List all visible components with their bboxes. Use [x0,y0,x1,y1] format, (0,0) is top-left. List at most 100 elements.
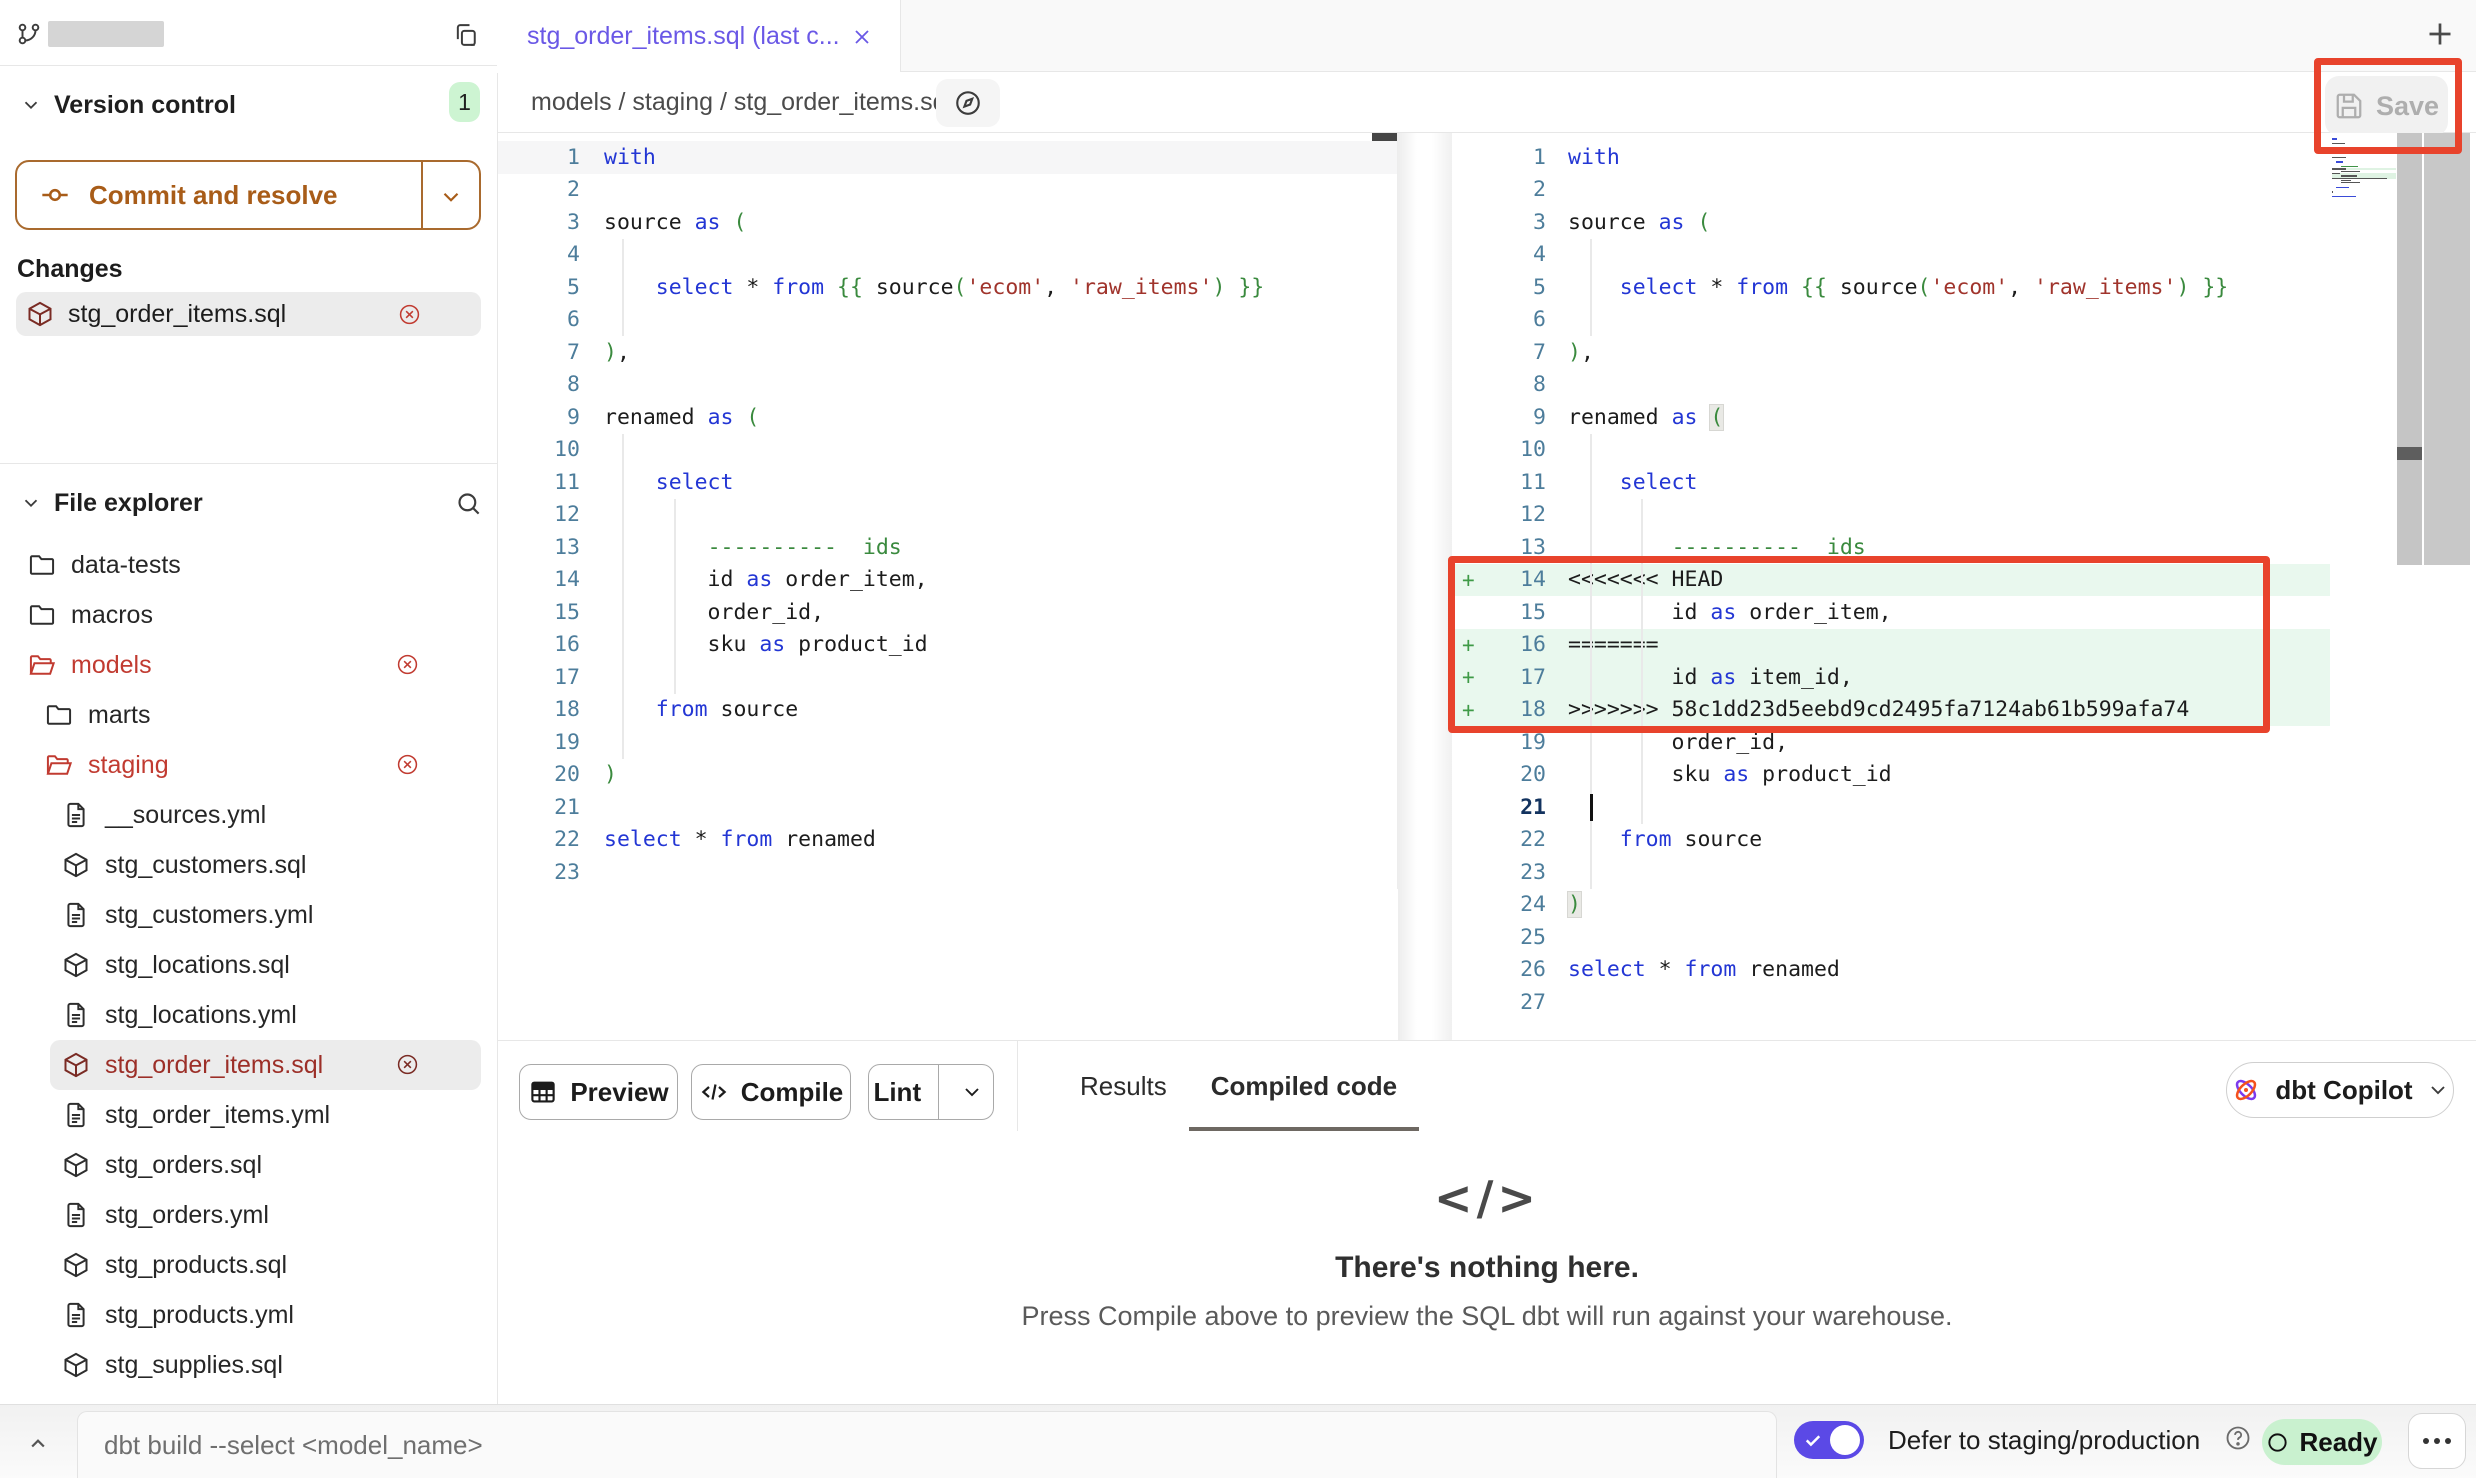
file-row-stg-customers-sql[interactable]: stg_customers.sql [0,840,497,890]
code-line-26[interactable]: 26select * from renamed [1452,954,2330,987]
code-line-1[interactable]: 1with [498,141,1397,174]
file-row-models[interactable]: models [0,640,497,690]
code-line-15[interactable]: 15 id as order_item, [1452,596,2330,629]
code-line-1[interactable]: 1with [1452,141,2330,174]
code-line-11[interactable]: 11 select [498,466,1397,499]
code-line-14[interactable]: +14<<<<<<< HEAD [1452,564,2330,597]
code-line-13[interactable]: 13 ---------- ids [498,531,1397,564]
code-line-2[interactable]: 2 [1452,174,2330,207]
file-row-stg-orders-sql[interactable]: stg_orders.sql [0,1140,497,1190]
editor-scrollbar-thumb[interactable] [2397,447,2422,460]
minimap[interactable] [2332,138,2396,258]
file-row-stg-products-yml[interactable]: stg_products.yml [0,1290,497,1340]
code-line-6[interactable]: 6 [1452,304,2330,337]
code-line-18[interactable]: +18>>>>>>> 58c1dd23d5eebd9cd2495fa7124ab… [1452,694,2330,727]
code-line-14[interactable]: 14 id as order_item, [498,564,1397,597]
code-line-7[interactable]: 7), [1452,336,2330,369]
version-control-section-header[interactable]: Version control 1 [0,82,497,128]
editor-pane-right[interactable]: 1with23source as (45 select * from {{ so… [1452,133,2330,1019]
close-icon[interactable] [850,25,874,49]
code-line-9[interactable]: 9renamed as ( [498,401,1397,434]
chevron-up-icon[interactable] [24,1429,52,1457]
file-row-stg-locations-yml[interactable]: stg_locations.yml [0,990,497,1040]
discard-change-icon[interactable] [396,1053,419,1076]
lint-dropdown-chevron-icon[interactable] [951,1080,993,1104]
commit-and-resolve-button[interactable]: Commit and resolve [15,160,481,230]
code-line-23[interactable]: 23 [1452,856,2330,889]
discard-change-icon[interactable] [398,303,421,326]
new-tab-plus-icon[interactable] [2422,16,2458,52]
code-line-17[interactable]: 17 [498,661,1397,694]
file-row-stg-order-items-yml[interactable]: stg_order_items.yml [0,1090,497,1140]
code-line-4[interactable]: 4 [498,239,1397,272]
lineage-compass-button[interactable] [936,79,1000,127]
more-options-button[interactable] [2408,1413,2466,1469]
code-line-10[interactable]: 10 [1452,434,2330,467]
code-line-3[interactable]: 3source as ( [498,206,1397,239]
file-row-data-tests[interactable]: data-tests [0,540,497,590]
file-row-staging[interactable]: staging [0,740,497,790]
code-line-2[interactable]: 2 [498,174,1397,207]
code-line-6[interactable]: 6 [498,304,1397,337]
compile-button[interactable]: Compile [691,1064,851,1120]
code-line-25[interactable]: 25 [1452,921,2330,954]
tab-stg-order-items[interactable]: stg_order_items.sql (last c... [497,0,901,73]
code-line-19[interactable]: 19 order_id, [1452,726,2330,759]
file-explorer-section-header[interactable]: File explorer [0,478,497,528]
preview-button[interactable]: Preview [519,1064,678,1120]
code-line-21[interactable]: 21 [498,791,1397,824]
copy-icon[interactable] [452,21,480,49]
code-line-16[interactable]: 16 sku as product_id [498,629,1397,662]
code-line-4[interactable]: 4 [1452,239,2330,272]
file-row-stg-customers-yml[interactable]: stg_customers.yml [0,890,497,940]
commit-dropdown-chevron-icon[interactable] [438,184,464,210]
file-row-stg-orders-yml[interactable]: stg_orders.yml [0,1190,497,1240]
search-icon[interactable] [455,490,482,517]
code-line-22[interactable]: 22 from source [1452,824,2330,857]
file-row-stg-locations-sql[interactable]: stg_locations.sql [0,940,497,990]
file-row--sources-yml[interactable]: __sources.yml [0,790,497,840]
code-line-8[interactable]: 8 [498,369,1397,402]
discard-change-icon[interactable] [396,753,419,776]
code-line-18[interactable]: 18 from source [498,694,1397,727]
code-line-13[interactable]: 13 ---------- ids [1452,531,2330,564]
code-line-7[interactable]: 7), [498,336,1397,369]
file-row-macros[interactable]: macros [0,590,497,640]
window-scrollbar-track[interactable] [2424,133,2470,565]
file-row-marts[interactable]: marts [0,690,497,740]
code-line-5[interactable]: 5 select * from {{ source('ecom', 'raw_i… [1452,271,2330,304]
code-line-3[interactable]: 3source as ( [1452,206,2330,239]
code-line-17[interactable]: +17 id as item_id, [1452,661,2330,694]
file-row-stg-order-items-sql[interactable]: stg_order_items.sql [50,1040,481,1090]
bottom-tab-compiled-code[interactable]: Compiled code [1189,1041,1419,1132]
code-line-24[interactable]: 24) [1452,889,2330,922]
editor-pane-left[interactable]: 1with23source as (45 select * from {{ so… [498,133,1398,889]
code-line-5[interactable]: 5 select * from {{ source('ecom', 'raw_i… [498,271,1397,304]
code-line-23[interactable]: 23 [498,856,1397,889]
file-row-stg-supplies-sql[interactable]: stg_supplies.sql [0,1340,497,1390]
command-input[interactable]: dbt build --select <model_name> [77,1411,1777,1478]
help-question-icon[interactable] [2224,1424,2252,1452]
editor-scrollbar-track[interactable] [2397,133,2422,565]
defer-toggle[interactable] [1794,1421,1864,1459]
code-line-16[interactable]: +16======= [1452,629,2330,662]
lint-button[interactable]: Lint [868,1064,994,1120]
code-line-9[interactable]: 9renamed as ( [1452,401,2330,434]
code-line-19[interactable]: 19 [498,726,1397,759]
bottom-tab-results[interactable]: Results [1058,1041,1189,1132]
code-line-15[interactable]: 15 order_id, [498,596,1397,629]
code-line-12[interactable]: 12 [498,499,1397,532]
changed-file-row[interactable]: stg_order_items.sql [16,292,481,336]
code-line-20[interactable]: 20) [498,759,1397,792]
code-line-12[interactable]: 12 [1452,499,2330,532]
code-line-8[interactable]: 8 [1452,369,2330,402]
code-line-27[interactable]: 27 [1452,986,2330,1019]
code-line-21[interactable]: 21 [1452,791,2330,824]
code-line-11[interactable]: 11 select [1452,466,2330,499]
file-row-stg-products-sql[interactable]: stg_products.sql [0,1240,497,1290]
code-line-20[interactable]: 20 sku as product_id [1452,759,2330,792]
code-line-10[interactable]: 10 [498,434,1397,467]
save-button[interactable]: Save [2325,76,2448,136]
code-line-22[interactable]: 22select * from renamed [498,824,1397,857]
dbt-copilot-button[interactable]: dbt Copilot [2226,1062,2454,1118]
